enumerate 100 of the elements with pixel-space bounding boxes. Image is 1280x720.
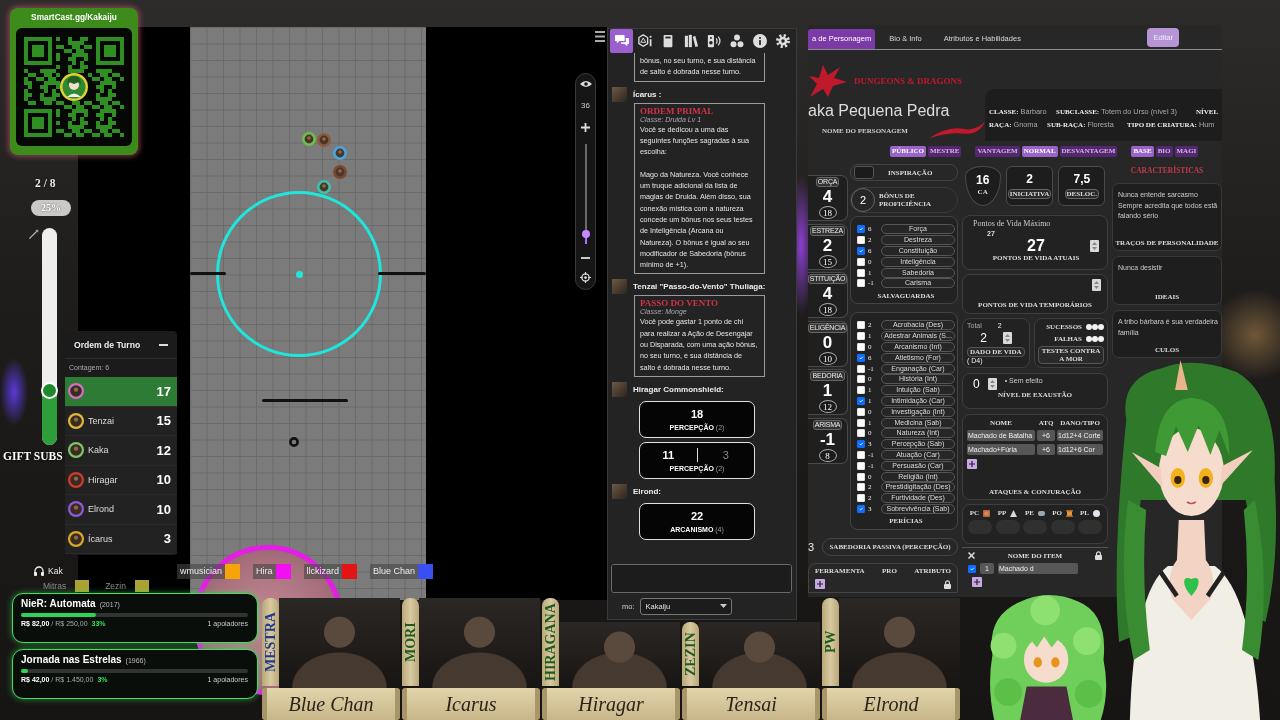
add-button[interactable] [967,459,977,469]
initiative-value: 12 [156,442,171,458]
turn-entry[interactable]: 17 [65,377,177,407]
name-plate: Hiragar [542,688,680,720]
ability-score: 18 [818,303,837,317]
slider-thumb[interactable] [581,230,590,239]
save-checkbox[interactable] [857,247,865,255]
name-plate: Blue Chan [262,688,400,720]
initiative-value: 17 [156,383,171,399]
skill-checkbox[interactable] [857,396,865,405]
goal-title: NieR: Automata [21,598,96,609]
crosshair-icon[interactable] [580,272,591,283]
stat-value: 2 [1026,172,1033,186]
emblem-icon [808,63,848,99]
scroll-icon [1065,509,1073,517]
roll-result: 22 [689,509,705,524]
add-button[interactable] [815,579,825,589]
save-checkbox[interactable] [857,225,865,234]
chat-tab[interactable] [610,29,633,53]
save-dot-icon[interactable] [1086,324,1092,330]
turn-entry[interactable]: Tenzai 15 [65,406,177,436]
save-dot-icon[interactable] [1098,324,1104,330]
entry-name: Ícarus [88,533,113,544]
gift-subs-label: GIFT SUBS [3,450,63,462]
save-dot-icon[interactable] [1092,324,1098,330]
lock-icon[interactable] [1095,551,1102,560]
turn-entry[interactable]: Ícarus 3 [65,524,177,554]
avatar-placeholder [612,483,627,499]
books-icon [683,34,698,48]
pyramid-icon [1010,509,1018,517]
hp-current-value: 27 [1027,238,1045,254]
member-name: Blue Chan [370,564,419,579]
save-dot-icon[interactable] [1086,335,1092,342]
flourish-icon [929,121,985,139]
inspiration-field[interactable] [854,166,874,179]
entry-name: Tenzai [88,415,114,426]
ability-modifier: 1 [822,381,833,401]
skill-checkbox[interactable] [857,504,865,513]
ink-stroke [378,272,426,275]
menu-icon[interactable] [595,31,605,42]
spinner-icon[interactable] [987,378,997,390]
dice-icon [637,34,652,48]
initiative-value: 10 [156,501,171,517]
passive-value: 3 [808,541,816,553]
entry-name: Kaka [88,445,109,456]
ability-score: 10 [818,351,837,365]
logo-text: DUNGEONS & DRAGONS [854,76,962,86]
cross-icon [968,552,975,559]
info-icon [752,34,767,48]
caret-icon [719,604,727,608]
name-tag: PW [822,598,839,686]
name-tag: HIRAGANA [542,598,559,686]
save-dot-icon[interactable] [1092,335,1098,342]
name-tag: ZEZIN [682,622,699,686]
initiative-value: 15 [156,413,171,429]
member-name: Mitras [43,580,67,592]
roll-result: 11 [661,448,676,463]
stat-value: 16 [975,173,990,187]
hp-max-label: Pontos de Vida Máximo [973,219,1052,229]
stat-value: 7,5 [1073,172,1091,186]
ability-modifier: 4 [822,187,833,206]
add-button[interactable] [972,577,982,587]
circles-icon [729,34,744,48]
card-title: ORDEM PRIMAL [640,105,715,116]
minus-icon[interactable] [159,343,168,346]
exhaustion-value: 0 [973,377,980,391]
member-name: wmusician [177,564,225,579]
turn-entry[interactable]: Hiragar 10 [65,465,177,495]
avatar-placeholder [612,279,627,295]
card-title: PASSO DO VENTO [640,298,720,309]
turn-entry[interactable]: Kaka 12 [65,436,177,466]
goal-title: Jornada nas Estrelas [21,654,122,665]
plus-icon [974,579,980,585]
ability-modifier: 4 [822,284,833,304]
minus-icon[interactable] [581,257,590,260]
sender-name: Hiragar Commonshield: [633,384,724,394]
skill-checkbox[interactable] [857,353,865,362]
name-plate: Elrond [822,688,960,720]
eye-icon[interactable] [579,80,592,88]
avatar-placeholder [612,86,627,102]
ink-circle-icon [289,437,299,447]
ability-modifier: 0 [822,332,833,352]
speaker-icon [706,34,721,48]
member-name: llckizard [303,564,343,579]
skill-checkbox[interactable] [857,440,865,449]
initiative-value: 3 [163,531,171,547]
ability-score: 8 [818,448,837,462]
turn-entry[interactable]: Elrond 10 [65,495,177,525]
save-dot-icon[interactable] [1098,335,1104,342]
goal-count: 2 / 8 [35,177,56,189]
ability-modifier: 2 [822,235,833,255]
roll-result: 3 [696,448,754,463]
lock-icon[interactable] [944,579,951,589]
item-checkbox[interactable] [968,564,976,573]
spinner-icon[interactable] [1002,332,1012,344]
zoom-level-text: 36 [581,100,590,110]
chat-input[interactable] [611,564,792,593]
sender-name: Elrond: [633,486,661,496]
plus-icon[interactable] [581,122,590,132]
block-icon [983,509,991,517]
